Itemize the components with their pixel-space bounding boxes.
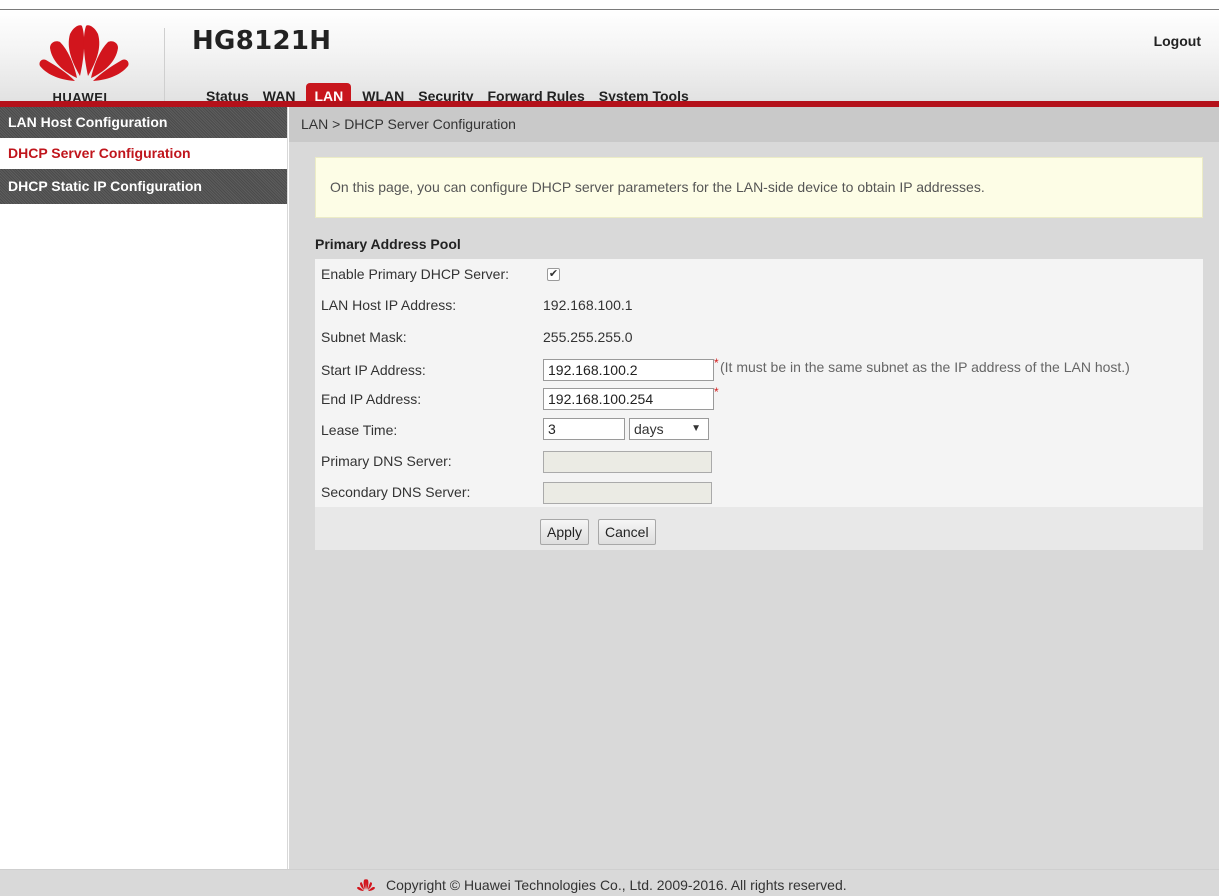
start-ip-required-mark: * bbox=[714, 356, 719, 370]
section-title-primary-address-pool: Primary Address Pool bbox=[315, 236, 461, 252]
lan-host-ip-value: 192.168.100.1 bbox=[543, 297, 633, 313]
subnet-mask-value: 255.255.255.0 bbox=[543, 329, 633, 345]
row-lease-time: Lease Time: days ▼ bbox=[315, 415, 1203, 445]
dhcp-form: Enable Primary DHCP Server: ✔ LAN Host I… bbox=[315, 259, 1203, 550]
sidebar-item-dhcp-static-ip-configuration[interactable]: DHCP Static IP Configuration bbox=[0, 169, 287, 204]
cancel-button[interactable]: Cancel bbox=[598, 519, 656, 545]
sidebar: LAN Host Configuration DHCP Server Confi… bbox=[0, 107, 288, 869]
page-description-notice: On this page, you can configure DHCP ser… bbox=[315, 157, 1203, 218]
lan-host-ip-label: LAN Host IP Address: bbox=[321, 297, 457, 313]
header-separator bbox=[164, 28, 165, 108]
row-end-ip: End IP Address: * bbox=[315, 384, 1203, 414]
end-ip-input[interactable] bbox=[543, 388, 714, 410]
lease-unit-select[interactable]: days ▼ bbox=[629, 418, 709, 440]
sidebar-item-dhcp-server-configuration[interactable]: DHCP Server Configuration bbox=[0, 138, 287, 169]
end-ip-required-mark: * bbox=[714, 385, 719, 399]
enable-dhcp-checkbox[interactable]: ✔ bbox=[547, 268, 560, 281]
lease-time-input[interactable] bbox=[543, 418, 625, 440]
button-bar: Apply Cancel bbox=[315, 507, 1203, 550]
sidebar-group-lan-host-configuration[interactable]: LAN Host Configuration bbox=[0, 107, 287, 138]
footer: Copyright © Huawei Technologies Co., Ltd… bbox=[0, 869, 1219, 896]
row-subnet-mask: Subnet Mask: 255.255.255.0 bbox=[315, 322, 1203, 352]
chevron-down-icon: ▼ bbox=[691, 423, 701, 434]
subnet-mask-label: Subnet Mask: bbox=[321, 329, 407, 345]
copyright-text: Copyright © Huawei Technologies Co., Ltd… bbox=[386, 877, 847, 893]
end-ip-label: End IP Address: bbox=[321, 391, 422, 407]
main-content: LAN > DHCP Server Configuration On this … bbox=[289, 107, 1219, 869]
enable-dhcp-label: Enable Primary DHCP Server: bbox=[321, 266, 510, 282]
device-model-title: HG8121H bbox=[192, 26, 332, 56]
secondary-dns-label: Secondary DNS Server: bbox=[321, 484, 471, 500]
lease-time-label: Lease Time: bbox=[321, 422, 398, 438]
primary-dns-label: Primary DNS Server: bbox=[321, 453, 452, 469]
row-primary-dns: Primary DNS Server: bbox=[315, 446, 1203, 476]
start-ip-hint: (It must be in the same subnet as the IP… bbox=[720, 359, 1130, 375]
row-start-ip: Start IP Address: * (It must be in the s… bbox=[315, 355, 1203, 385]
apply-button[interactable]: Apply bbox=[540, 519, 590, 545]
secondary-dns-input[interactable] bbox=[543, 482, 712, 504]
breadcrumb: LAN > DHCP Server Configuration bbox=[289, 107, 1219, 142]
start-ip-input[interactable] bbox=[543, 359, 714, 381]
logout-link[interactable]: Logout bbox=[1154, 33, 1201, 49]
row-lan-host-ip: LAN Host IP Address: 192.168.100.1 bbox=[315, 290, 1203, 320]
row-secondary-dns: Secondary DNS Server: bbox=[315, 477, 1203, 507]
start-ip-label: Start IP Address: bbox=[321, 362, 426, 378]
lease-unit-value: days bbox=[634, 421, 664, 437]
header: HUAWEI HG8121H Logout Status WAN LAN WLA… bbox=[0, 10, 1219, 109]
row-enable-dhcp: Enable Primary DHCP Server: ✔ bbox=[315, 259, 1203, 289]
primary-dns-input[interactable] bbox=[543, 451, 712, 473]
huawei-footer-logo-icon bbox=[357, 879, 375, 891]
